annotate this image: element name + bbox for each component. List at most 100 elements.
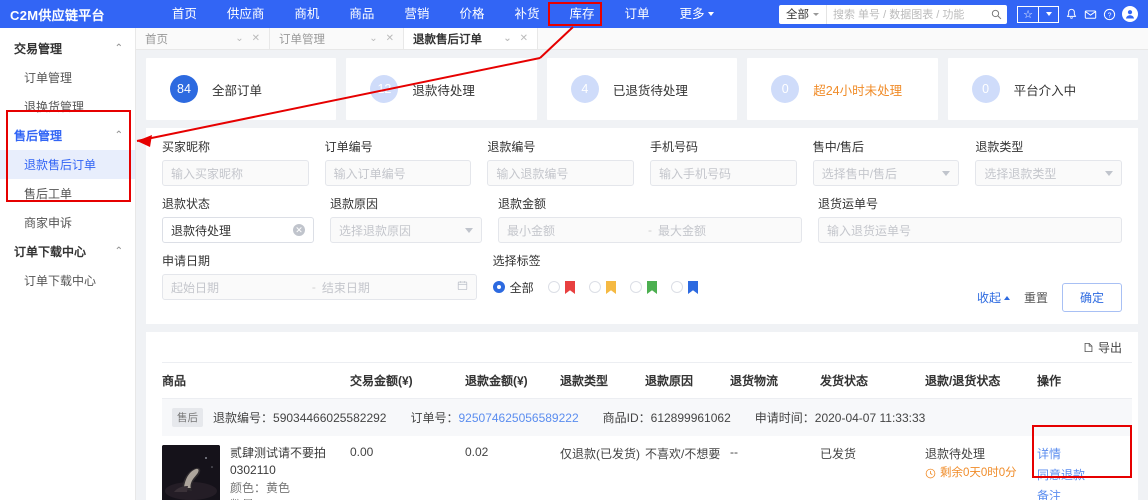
stat-card-returned-pending[interactable]: 4 已退货待处理 [546, 58, 738, 120]
stat-card-all-orders[interactable]: 84 全部订单 [146, 58, 337, 120]
order-no-link[interactable]: 925074625056589222 [459, 411, 579, 425]
refund-amount-max-input[interactable]: 最大金额 [658, 222, 793, 239]
apply-date-range[interactable]: 起始日期 - 结束日期 [162, 274, 477, 300]
global-search[interactable]: 全部 搜索 单号 / 数据图表 / 功能 [779, 4, 1007, 24]
chevron-down-icon[interactable] [1038, 5, 1059, 23]
star-icon[interactable]: ☆ [1017, 5, 1038, 23]
collapse-button[interactable]: 收起 [977, 289, 1010, 306]
product-name[interactable]: 贰肆测试请不要拍0302110 [230, 445, 346, 480]
flag-icon-green [646, 280, 657, 294]
col-operations: 操作 [1037, 362, 1132, 399]
buyer-nickname-input[interactable]: 输入买家昵称 [162, 160, 309, 186]
refund-status-select[interactable]: 退款待处理 ✕ [162, 217, 314, 243]
help-icon[interactable]: ? [1103, 8, 1116, 21]
stat-card-refund-pending[interactable]: 12 退款待处理 [346, 58, 537, 120]
nav-item-more[interactable]: 更多 [665, 0, 729, 28]
agree-refund-link[interactable]: 同意退款 [1037, 466, 1128, 483]
end-date-input[interactable]: 结束日期 [322, 279, 457, 296]
aftersales-chip: 售后 [172, 408, 203, 427]
favorites-group[interactable]: ☆ [1017, 5, 1059, 23]
search-input[interactable]: 搜索 单号 / 数据图表 / 功能 [827, 6, 991, 22]
search-icon[interactable] [991, 9, 1007, 20]
search-scope-selector[interactable]: 全部 [779, 4, 827, 24]
sidebar-item-merchant-appeal[interactable]: 商家申诉 [0, 208, 135, 237]
sale-phase-select[interactable]: 选择售中/售后 [812, 160, 960, 186]
table-head: 商品 交易金额(¥) 退款金额(¥) 退款类型 退款原因 退货物流 发货状态 退… [162, 362, 1132, 399]
tag-option-all[interactable]: 全部 [492, 279, 534, 296]
chevron-down-icon [707, 12, 714, 16]
countdown: 剩余0天0时0分 [925, 464, 1033, 482]
main-nav-items: 首页 供应商 商机 商品 营销 价格 补货 库存 订单 更多 [157, 0, 729, 28]
chevron-down-icon[interactable]: ⌄ [369, 33, 377, 44]
tag-option-blue[interactable] [670, 280, 698, 294]
product-id-label: 商品ID： [602, 411, 651, 425]
sidebar-item-order-management[interactable]: 订单管理 [0, 63, 135, 92]
nav-item-product[interactable]: 商品 [334, 0, 389, 28]
order-no-input[interactable]: 输入订单编号 [324, 160, 472, 186]
refund-type-select[interactable]: 选择退款类型 [975, 160, 1123, 186]
export-button[interactable]: 导出 [1083, 339, 1122, 356]
phone-input[interactable]: 输入手机号码 [650, 160, 797, 186]
refund-amount-range[interactable]: 最小金额 - 最大金额 [498, 217, 802, 243]
chevron-up-icon: ⌃ [114, 130, 123, 141]
nav-item-replenish[interactable]: 补货 [499, 0, 554, 28]
nav-item-opportunity[interactable]: 商机 [279, 0, 334, 28]
filter-panel: 买家昵称 输入买家昵称 订单编号 输入订单编号 退款编号 输入退款编号 手机号码… [146, 128, 1138, 324]
radio-icon [629, 281, 642, 293]
stat-count: 12 [370, 75, 399, 103]
tag-option-yellow[interactable] [588, 280, 616, 294]
tab-home[interactable]: 首页 ⌄ ✕ [136, 28, 270, 49]
calendar-icon[interactable] [457, 280, 468, 294]
field-label: 退款编号 [487, 140, 536, 154]
sidebar-item-aftersales-ticket[interactable]: 售后工单 [0, 179, 135, 208]
nav-item-marketing[interactable]: 营销 [389, 0, 444, 28]
sidebar: 交易管理 ⌃ 订单管理 退换货管理 售后管理 ⌃ 退款售后订单 售后工单 商家申… [0, 28, 136, 500]
nav-item-price[interactable]: 价格 [444, 0, 499, 28]
product-color: 颜色：黄色 [230, 480, 291, 495]
nav-item-order[interactable]: 订单 [609, 0, 664, 28]
sidebar-item-refund-aftersales-order[interactable]: 退款售后订单 [0, 150, 135, 179]
nav-item-supplier[interactable]: 供应商 [212, 0, 280, 28]
remark-link[interactable]: 备注 [1037, 487, 1128, 500]
order-summary-bar: 售后 退款编号：59034466025582292 订单号：9250746250… [162, 398, 1132, 436]
tag-option-red[interactable] [547, 280, 575, 294]
mail-icon[interactable] [1084, 8, 1097, 21]
start-date-input[interactable]: 起始日期 [171, 279, 306, 296]
refund-no-group: 退款编号：59034466025582292 [213, 409, 386, 426]
tab-refund-aftersales-order[interactable]: 退款售后订单 ⌄ ✕ [404, 28, 538, 49]
product-image [162, 445, 220, 500]
svg-text:?: ? [1108, 12, 1112, 19]
nav-item-home[interactable]: 首页 [157, 0, 212, 28]
sidebar-item-return-exchange[interactable]: 退换货管理 [0, 92, 135, 121]
close-icon[interactable]: ✕ [386, 33, 394, 44]
stat-card-platform-intervening[interactable]: 0 平台介入中 [947, 58, 1139, 120]
sidebar-item-order-download-center[interactable]: 订单下载中心 [0, 266, 135, 295]
product-thumbnail[interactable] [162, 445, 220, 500]
sidebar-group-download-center[interactable]: 订单下载中心 ⌃ [0, 237, 135, 266]
reset-button[interactable]: 重置 [1024, 289, 1048, 306]
return-waybill-input[interactable]: 输入退货运单号 [818, 217, 1122, 243]
nav-item-inventory[interactable]: 库存 [554, 0, 609, 28]
tab-order-management[interactable]: 订单管理 ⌄ ✕ [270, 28, 404, 49]
filter-row-1: 买家昵称 输入买家昵称 订单编号 输入订单编号 退款编号 输入退款编号 手机号码… [162, 138, 1123, 186]
filter-return-waybill: 退货运单号 输入退货运单号 [818, 195, 1122, 243]
chevron-down-icon[interactable]: ⌄ [503, 33, 511, 44]
refund-amount-min-input[interactable]: 最小金额 [507, 222, 642, 239]
confirm-button[interactable]: 确定 [1061, 283, 1122, 312]
avatar[interactable] [1122, 6, 1138, 22]
stat-label: 全部订单 [212, 83, 263, 98]
clear-icon[interactable]: ✕ [293, 224, 305, 236]
bell-icon[interactable] [1065, 8, 1078, 21]
field-label: 售中/售后 [812, 140, 865, 154]
tag-option-green[interactable] [629, 280, 657, 294]
stat-card-over-24h[interactable]: 0 超24小时未处理 [747, 58, 938, 120]
close-icon[interactable]: ✕ [520, 33, 528, 44]
refund-reason-select[interactable]: 选择退款原因 [330, 217, 482, 243]
close-icon[interactable]: ✕ [252, 33, 260, 44]
sidebar-group-trade[interactable]: 交易管理 ⌃ [0, 34, 135, 63]
sidebar-group-aftersales[interactable]: 售后管理 ⌃ [0, 121, 135, 150]
refund-no-input[interactable]: 输入退款编号 [487, 160, 635, 186]
chevron-down-icon[interactable]: ⌄ [235, 33, 243, 44]
filter-refund-type: 退款类型 选择退款类型 [975, 138, 1123, 186]
detail-link[interactable]: 详情 [1037, 445, 1128, 462]
